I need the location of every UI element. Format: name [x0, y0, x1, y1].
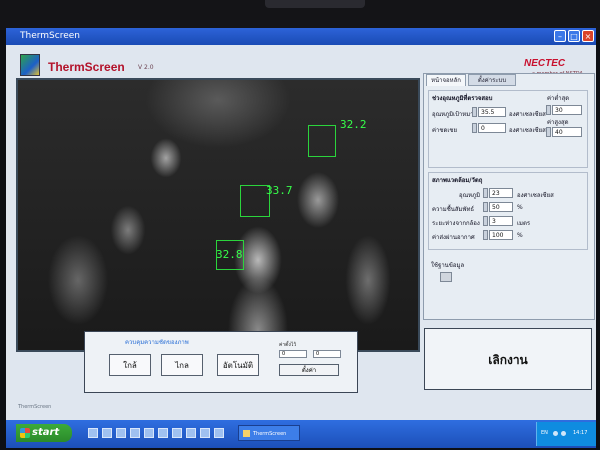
taskbar-app-label: ThermScreen — [253, 431, 287, 437]
start-label: start — [32, 427, 60, 438]
quicklaunch-icon[interactable] — [214, 428, 224, 438]
app-logo-icon — [20, 54, 40, 76]
stop-work-button[interactable]: เลิกงาน — [424, 328, 592, 390]
env-temp-label: อุณหภูมิ — [459, 192, 481, 199]
settings-panel: หน้าจอหลัก ตั้งค่าระบบ ช่วงอุณหภูมิที่ตร… — [423, 73, 595, 320]
tab-main[interactable]: หน้าจอหลัก — [426, 74, 466, 86]
app-title: ThermScreen — [48, 60, 125, 74]
quicklaunch-icon[interactable] — [88, 428, 98, 438]
distance-label: ระยะห่างจากกล้อง — [432, 220, 480, 227]
taskbar-app-thermscreen[interactable]: ThermScreen — [238, 425, 300, 441]
quicklaunch-icon[interactable] — [116, 428, 126, 438]
quicklaunch-icon[interactable] — [144, 428, 154, 438]
status-text: ThermScreen — [18, 404, 52, 410]
minimize-button[interactable]: – — [554, 30, 566, 42]
environment-section: สภาพแวดล้อม/วัตถุ อุณหภูมิ 23 องศาเซลเซี… — [428, 172, 588, 250]
env-temp-spinner[interactable] — [483, 188, 488, 198]
quicklaunch-icon[interactable] — [172, 428, 182, 438]
trigger-unit: องศาเซลเซียส — [509, 111, 546, 118]
trigger-spinner[interactable] — [472, 107, 477, 117]
trigger-field[interactable]: 35.5 — [478, 107, 506, 117]
distance-spinner[interactable] — [483, 216, 488, 226]
brand-logo: NECTEC — [524, 58, 566, 69]
humidity-field[interactable]: 50 — [489, 202, 513, 212]
offset-spinner[interactable] — [472, 123, 477, 133]
threshold-section: ช่วงอุณหภูมิที่ตรวจสอบ ค่าต่ำสุด อุณหภูม… — [428, 90, 588, 168]
preset-field-a[interactable]: 0 — [279, 350, 307, 358]
max-spinner[interactable] — [546, 127, 551, 137]
quicklaunch-icon[interactable] — [130, 428, 140, 438]
temperature-reading: 33.7 — [266, 184, 293, 197]
tray-icon[interactable] — [561, 431, 566, 436]
quicklaunch-icon[interactable] — [186, 428, 196, 438]
temperature-reading: 32.2 — [340, 118, 367, 131]
threshold-title: ช่วงอุณหภูมิที่ตรวจสอบ — [432, 95, 493, 102]
desktop-screen: ThermScreen – □ × ThermScreen V 2.0 NECT… — [6, 28, 596, 448]
offset-label: ค่าชดเชย — [432, 127, 457, 134]
env-temp-field[interactable]: 23 — [489, 188, 513, 198]
start-button[interactable]: start — [16, 424, 72, 442]
distance-unit: เมตร — [517, 220, 531, 227]
language-indicator[interactable]: EN — [541, 430, 548, 436]
humidity-spinner[interactable] — [483, 202, 488, 212]
offset-unit: องศาเซลเซียส — [509, 127, 546, 134]
trigger-label: อุณหภูมิเป้าหมาย — [432, 111, 478, 118]
emissivity-spinner[interactable] — [483, 230, 488, 240]
monitor-webcam — [265, 0, 365, 8]
environment-title: สภาพแวดล้อม/วัตถุ — [432, 177, 483, 184]
max-field[interactable]: 40 — [552, 127, 582, 137]
env-temp-unit: องศาเซลเซียส — [517, 192, 554, 199]
clock: 14:17 — [573, 430, 588, 436]
humidity-unit: % — [517, 204, 523, 211]
emissivity-label: ค่าส่งผ่านอากาศ — [432, 234, 475, 241]
min-field[interactable]: 30 — [552, 105, 582, 115]
max-label: ค่าสูงสุด — [547, 119, 569, 126]
preset-field-b[interactable]: 0 — [313, 350, 341, 358]
maximize-button[interactable]: □ — [568, 30, 580, 42]
focus-auto-button[interactable]: อัตโนมัติ — [217, 354, 259, 376]
face-box — [308, 125, 336, 157]
focus-near-button[interactable]: ใกล้ — [109, 354, 151, 376]
windows-logo-icon — [20, 428, 30, 438]
quicklaunch-icon[interactable] — [200, 428, 210, 438]
tab-settings[interactable]: ตั้งค่าระบบ — [468, 74, 516, 86]
app-task-icon — [243, 430, 250, 437]
thermal-video-view: 32.2 33.7 32.8 — [16, 78, 420, 352]
preset-set-button[interactable]: ตั้งค่า — [279, 364, 339, 376]
window-titlebar[interactable]: ThermScreen – □ × — [6, 28, 596, 45]
window-title: ThermScreen — [20, 31, 80, 41]
close-button[interactable]: × — [582, 30, 594, 42]
options-section: ใช้ฐานข้อมูล — [428, 254, 588, 312]
quicklaunch-icon[interactable] — [158, 428, 168, 438]
distance-field[interactable]: 3 — [489, 216, 513, 226]
min-label: ค่าต่ำสุด — [547, 95, 570, 102]
system-tray: EN 14:17 — [536, 422, 596, 446]
quicklaunch-icon[interactable] — [102, 428, 112, 438]
focus-control-title: ควบคุมความชัดของภาพ — [125, 339, 189, 346]
emissivity-unit: % — [517, 232, 523, 239]
tray-icon[interactable] — [553, 431, 558, 436]
temperature-reading: 32.8 — [216, 248, 243, 261]
preset-label: ค่าตั้งไว้ — [279, 342, 297, 348]
min-spinner[interactable] — [546, 105, 551, 115]
emissivity-field[interactable]: 100 — [489, 230, 513, 240]
taskbar: start ThermScreen EN 14:17 — [6, 420, 596, 448]
offset-field[interactable]: 0 — [478, 123, 506, 133]
focus-control-panel: ควบคุมความชัดของภาพ ใกล้ ไกล อัตโนมัติ ค… — [84, 331, 358, 393]
app-version: V 2.0 — [138, 64, 154, 71]
database-toggle[interactable] — [440, 272, 452, 282]
database-label: ใช้ฐานข้อมูล — [431, 262, 465, 269]
humidity-label: ความชื้นสัมพัทธ์ — [432, 206, 475, 213]
focus-far-button[interactable]: ไกล — [161, 354, 203, 376]
